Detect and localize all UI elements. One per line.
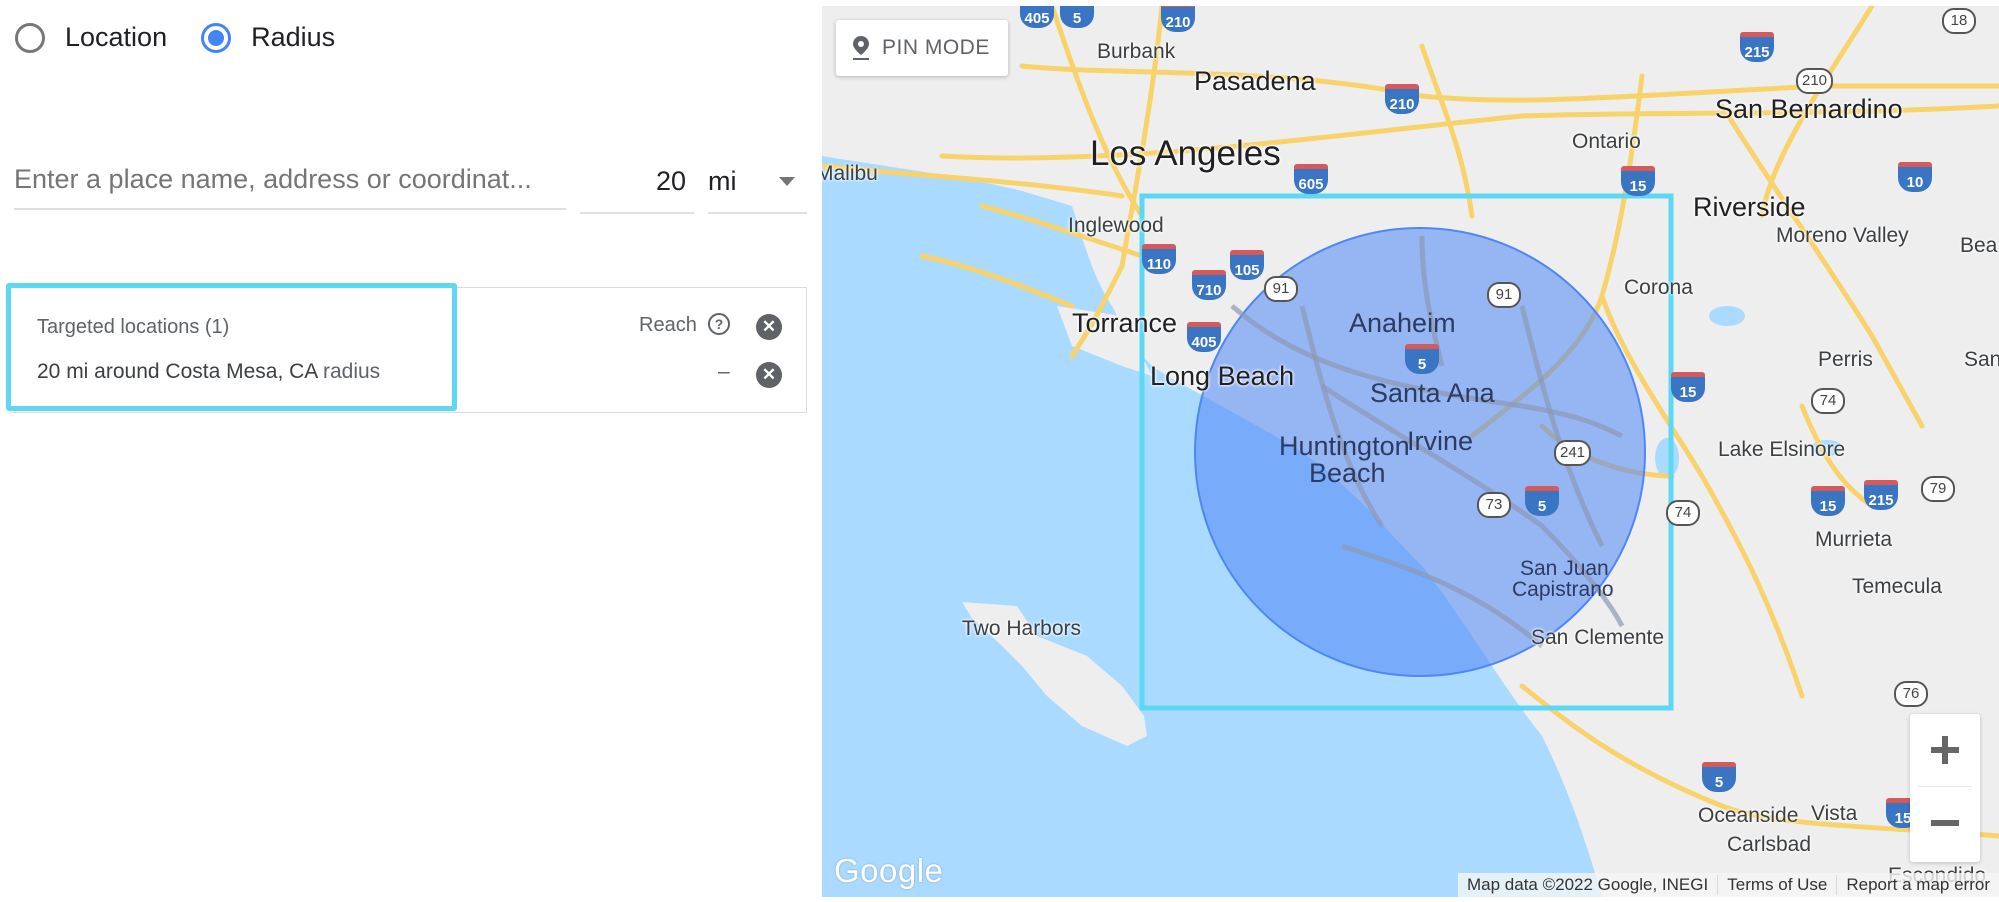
state-route-shield-icon: 18 <box>1942 8 1976 34</box>
map-label-irvine: Irvine <box>1407 426 1474 456</box>
interstate-shield-icon: 15 <box>1671 372 1705 402</box>
lake-elsinore <box>1655 438 1679 478</box>
interstate-shield-icon: 210 <box>1161 6 1195 32</box>
map-label-lake-elsinore: Lake Elsinore <box>1718 438 1846 461</box>
state-route-shield-icon: 76 <box>1894 681 1928 707</box>
map-label-santa-ana: Santa Ana <box>1370 378 1495 408</box>
google-logo: Google <box>834 852 944 889</box>
map-label-perris: Perris <box>1818 348 1873 371</box>
interstate-shield-icon: 105 <box>1230 250 1264 280</box>
targeted-locations-panel <box>10 287 807 413</box>
interstate-shield-icon: 10 <box>1898 162 1932 192</box>
zoom-in-button[interactable] <box>1910 714 1980 786</box>
radius-value-input[interactable] <box>580 150 694 214</box>
map-label-los-angeles: Los Angeles <box>1090 134 1281 173</box>
targeted-locations-title: Targeted locations (1) <box>37 316 230 338</box>
targeted-location-item: 20 mi around Costa Mesa, CA radius <box>37 360 380 384</box>
map-label-moreno-valley: Moreno Valley <box>1776 224 1909 247</box>
remove-all-locations-button[interactable]: ✕ <box>756 314 782 340</box>
question-circle-icon[interactable]: ? <box>708 313 730 335</box>
radius-unit-select[interactable]: mi <box>708 150 807 214</box>
radius-unit-value: mi <box>708 165 737 196</box>
map-label-san-bernardino: San Bernardino <box>1715 94 1903 124</box>
radius-radio[interactable]: Radius <box>201 22 335 53</box>
minus-icon <box>1931 820 1959 826</box>
state-route-shield-icon: 91 <box>1487 282 1521 308</box>
interstate-shield-icon: 405 <box>1187 322 1221 352</box>
interstate-shield-icon: 15 <box>1811 486 1845 516</box>
map-label-beach: Beach <box>1309 458 1386 488</box>
map-label-long-beach: Long Beach <box>1150 361 1295 391</box>
interstate-shield-icon: 405 <box>1020 6 1054 28</box>
map-label-capistrano: Capistrano <box>1512 578 1614 601</box>
map-label-two-harbors: Two Harbors <box>962 617 1082 640</box>
map-label-beaumont-partial: Bea <box>1960 234 1998 257</box>
map-label-burbank: Burbank <box>1097 40 1176 63</box>
radio-checked-icon <box>201 22 232 53</box>
state-route-shield-icon: 74 <box>1666 500 1700 526</box>
lake-perris <box>1709 306 1745 326</box>
state-route-shield-icon: 73 <box>1477 492 1511 518</box>
pin-mode-button[interactable]: PIN MODE <box>836 20 1008 76</box>
radio-unchecked-icon <box>15 22 45 53</box>
location-radio-label: Location <box>65 22 168 52</box>
map-attribution-bar: Map data ©2022 Google, INEGI Terms of Us… <box>1458 873 1999 897</box>
plus-icon <box>1931 736 1959 764</box>
state-route-shield-icon: 79 <box>1921 476 1955 502</box>
target-location-text: 20 mi around Costa Mesa, CA <box>37 360 318 383</box>
location-radio[interactable]: Location <box>15 22 167 53</box>
map-data-credit: Map data ©2022 Google, INEGI <box>1458 875 1719 895</box>
map-label-san-clemente: San Clemente <box>1531 626 1665 649</box>
dropdown-caret-icon <box>779 176 795 186</box>
map-pin-icon <box>853 36 869 60</box>
map-label-san-jacinto-partial: San <box>1964 348 1999 371</box>
map-label-torrance: Torrance <box>1072 308 1178 338</box>
map-zoom-control <box>1910 714 1980 862</box>
interstate-shield-icon: 605 <box>1294 164 1328 194</box>
map-label-pasadena: Pasadena <box>1194 66 1316 96</box>
map-label-ontario: Ontario <box>1572 130 1641 153</box>
map-label-carlsbad: Carlsbad <box>1727 833 1812 856</box>
map-label-anaheim: Anaheim <box>1349 308 1456 338</box>
interstate-shield-icon: 215 <box>1864 480 1898 510</box>
state-route-shield-icon: 241 <box>1554 440 1592 466</box>
interstate-shield-icon: 710 <box>1192 270 1226 300</box>
map-label-murrieta: Murrieta <box>1815 528 1893 551</box>
place-search-input[interactable] <box>14 150 566 210</box>
interstate-shield-icon: 5 <box>1702 762 1736 792</box>
target-location-type: radius <box>322 360 381 383</box>
interstate-shield-icon: 110 <box>1142 244 1176 274</box>
map-label-vista: Vista <box>1811 802 1858 825</box>
interstate-shield-icon: 5 <box>1060 6 1094 28</box>
report-map-error-link[interactable]: Report a map error <box>1837 875 1999 895</box>
interstate-shield-icon: 215 <box>1740 32 1774 62</box>
reach-header: Reach <box>639 314 697 336</box>
map-label-corona: Corona <box>1624 276 1693 299</box>
state-route-shield-icon: 91 <box>1264 276 1298 302</box>
interstate-shield-icon: 5 <box>1525 486 1559 516</box>
interstate-shield-icon: 15 <box>1621 166 1655 196</box>
map-label-malibu: Malibu <box>822 162 878 185</box>
map-label-temecula: Temecula <box>1852 575 1942 598</box>
map-label-inglewood: Inglewood <box>1068 214 1164 237</box>
targeting-mode-radio-group: Location Radius <box>15 22 369 53</box>
zoom-out-button[interactable] <box>1910 787 1980 859</box>
interstate-shield-icon: 210 <box>1385 84 1419 114</box>
state-route-shield-icon: 74 <box>1811 388 1845 414</box>
remove-location-button[interactable]: ✕ <box>756 362 782 388</box>
map-label-oceanside: Oceanside <box>1698 804 1799 827</box>
terms-of-use-link[interactable]: Terms of Use <box>1718 875 1838 895</box>
interstate-shield-icon: 5 <box>1405 344 1439 374</box>
map-label-riverside: Riverside <box>1693 192 1806 222</box>
radius-radio-label: Radius <box>251 22 336 52</box>
map-view[interactable]: Burbank Pasadena Los Angeles Malibu Ingl… <box>822 6 1999 897</box>
pin-mode-label: PIN MODE <box>882 36 990 59</box>
target-reach-value: – <box>718 360 730 383</box>
state-route-shield-icon: 210 <box>1796 68 1834 94</box>
